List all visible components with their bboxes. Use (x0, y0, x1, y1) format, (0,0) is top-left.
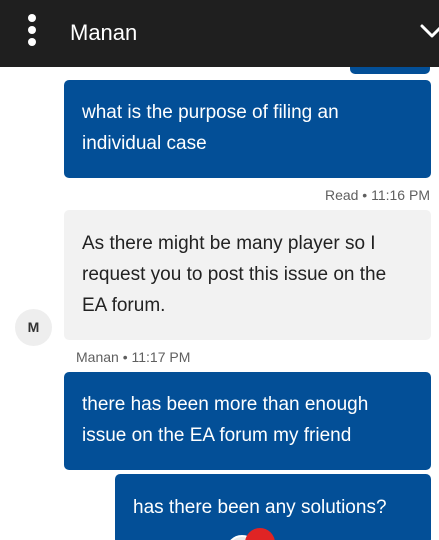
chat-title: Manan (70, 20, 138, 45)
outgoing-message: what is the purpose of filing an individ… (64, 80, 431, 178)
incoming-message: As there might be many player so I reque… (64, 210, 431, 340)
read-receipt: Read • 11:16 PM (324, 187, 430, 203)
outgoing-message: has there been any solutions? (115, 474, 431, 540)
kebab-menu-icon[interactable] (22, 14, 44, 52)
message-text: what is the purpose of filing an individ… (82, 102, 339, 154)
message-text: there has been more than enough issue on… (82, 394, 369, 446)
menu-dot (28, 38, 36, 46)
menu-dot (28, 14, 36, 22)
chevron-down-icon[interactable] (418, 20, 439, 42)
avatar: M (15, 309, 52, 346)
previous-message-bubble (350, 67, 430, 74)
chat-header: Manan (0, 0, 439, 67)
message-text: As there might be many player so I reque… (82, 233, 387, 316)
outgoing-message: there has been more than enough issue on… (64, 372, 431, 470)
message-list[interactable]: what is the purpose of filing an individ… (0, 67, 439, 540)
message-text: has there been any solutions? (133, 497, 387, 518)
menu-dot (28, 26, 36, 34)
message-sender-time: Manan • 11:17 PM (76, 349, 191, 365)
